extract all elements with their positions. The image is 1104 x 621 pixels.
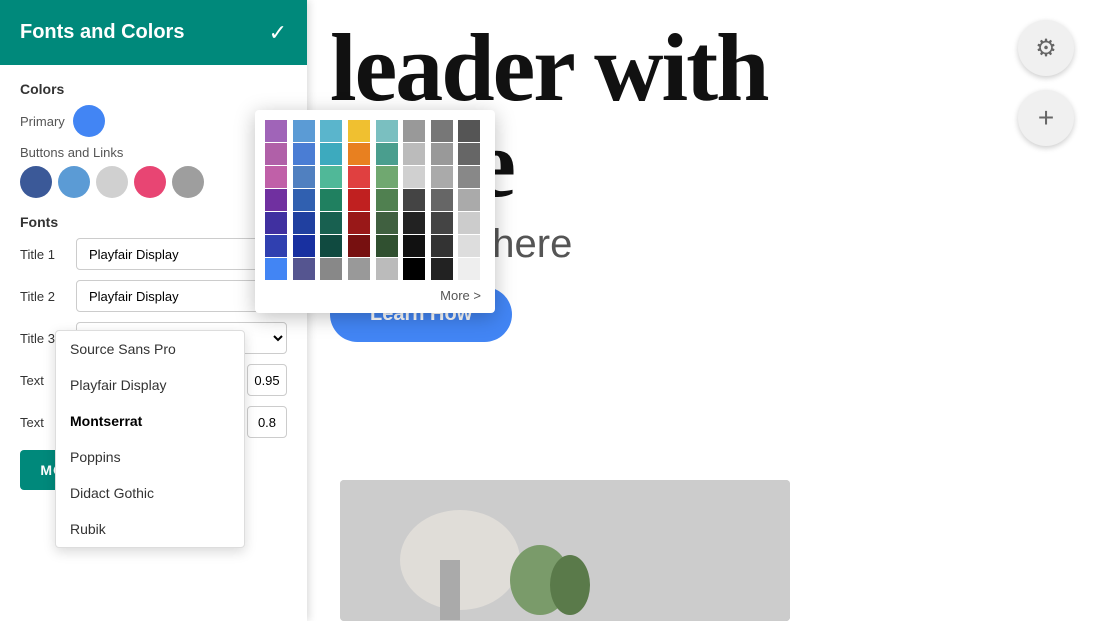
primary-row: Primary bbox=[20, 105, 287, 137]
plus-icon: + bbox=[1038, 102, 1054, 134]
color-cell-25[interactable] bbox=[293, 189, 315, 211]
color-cell-13[interactable] bbox=[403, 143, 425, 165]
gear-icon: ⚙ bbox=[1035, 34, 1057, 63]
color-cell-0[interactable] bbox=[265, 120, 287, 142]
color-cell-28[interactable] bbox=[376, 189, 398, 211]
swatch-gray[interactable] bbox=[172, 166, 204, 198]
color-cell-10[interactable] bbox=[320, 143, 342, 165]
color-cell-11[interactable] bbox=[348, 143, 370, 165]
color-cell-23[interactable] bbox=[458, 166, 480, 188]
check-button[interactable]: ✓ bbox=[269, 20, 287, 46]
color-cell-20[interactable] bbox=[376, 166, 398, 188]
color-cell-38[interactable] bbox=[431, 212, 453, 234]
color-cell-19[interactable] bbox=[348, 166, 370, 188]
font-dropdown-item-5[interactable]: Rubik bbox=[56, 511, 244, 547]
color-cell-34[interactable] bbox=[320, 212, 342, 234]
color-cell-24[interactable] bbox=[265, 189, 287, 211]
color-cell-4[interactable] bbox=[376, 120, 398, 142]
title1-label: Title 1 bbox=[20, 247, 68, 262]
primary-color-swatch[interactable] bbox=[73, 105, 105, 137]
color-picker-popup: More > bbox=[255, 110, 495, 313]
swatches-row bbox=[20, 166, 287, 198]
hero-image bbox=[340, 480, 790, 621]
buttons-links-label: Buttons and Links bbox=[20, 145, 287, 160]
font-dropdown-item-0[interactable]: Source Sans Pro bbox=[56, 331, 244, 367]
color-cell-14[interactable] bbox=[431, 143, 453, 165]
color-cell-41[interactable] bbox=[293, 235, 315, 257]
swatch-dark-blue[interactable] bbox=[20, 166, 52, 198]
color-cell-21[interactable] bbox=[403, 166, 425, 188]
gear-button[interactable]: ⚙ bbox=[1018, 20, 1074, 76]
color-cell-35[interactable] bbox=[348, 212, 370, 234]
font-dropdown-item-4[interactable]: Didact Gothic bbox=[56, 475, 244, 511]
font-dropdown-item-3[interactable]: Poppins bbox=[56, 439, 244, 475]
color-cell-42[interactable] bbox=[320, 235, 342, 257]
color-cell-6[interactable] bbox=[431, 120, 453, 142]
color-cell-47[interactable] bbox=[458, 235, 480, 257]
swatch-medium-blue[interactable] bbox=[58, 166, 90, 198]
color-cell-44[interactable] bbox=[376, 235, 398, 257]
primary-label: Primary bbox=[20, 114, 65, 129]
color-cell-8[interactable] bbox=[265, 143, 287, 165]
color-cell-33[interactable] bbox=[293, 212, 315, 234]
color-cell-3[interactable] bbox=[348, 120, 370, 142]
more-colors-link[interactable]: More > bbox=[265, 288, 485, 303]
sidebar-header: Fonts and Colors ✓ bbox=[0, 0, 307, 65]
color-cell-7[interactable] bbox=[458, 120, 480, 142]
hero-title-line1: leader with bbox=[330, 20, 1074, 116]
color-cell-27[interactable] bbox=[348, 189, 370, 211]
color-cell-52[interactable] bbox=[376, 258, 398, 280]
color-cell-31[interactable] bbox=[458, 189, 480, 211]
color-cell-30[interactable] bbox=[431, 189, 453, 211]
color-cell-48[interactable] bbox=[265, 258, 287, 280]
color-cell-12[interactable] bbox=[376, 143, 398, 165]
text2-size-input[interactable] bbox=[247, 406, 287, 438]
color-cell-53[interactable] bbox=[403, 258, 425, 280]
color-cell-5[interactable] bbox=[403, 120, 425, 142]
title2-label: Title 2 bbox=[20, 289, 68, 304]
color-cell-45[interactable] bbox=[403, 235, 425, 257]
fonts-section-label: Fonts bbox=[20, 214, 287, 230]
color-cell-18[interactable] bbox=[320, 166, 342, 188]
color-cell-26[interactable] bbox=[320, 189, 342, 211]
font-row-title2: Title 2 Playfair Display bbox=[20, 280, 287, 312]
color-grid bbox=[265, 120, 485, 280]
font-dropdown: Source Sans ProPlayfair DisplayMontserra… bbox=[55, 330, 245, 548]
color-cell-54[interactable] bbox=[431, 258, 453, 280]
color-cell-22[interactable] bbox=[431, 166, 453, 188]
color-cell-2[interactable] bbox=[320, 120, 342, 142]
color-cell-16[interactable] bbox=[265, 166, 287, 188]
font-dropdown-item-2[interactable]: Montserrat bbox=[56, 403, 244, 439]
color-cell-32[interactable] bbox=[265, 212, 287, 234]
color-cell-43[interactable] bbox=[348, 235, 370, 257]
swatch-light-gray[interactable] bbox=[96, 166, 128, 198]
color-cell-50[interactable] bbox=[320, 258, 342, 280]
color-cell-49[interactable] bbox=[293, 258, 315, 280]
color-cell-17[interactable] bbox=[293, 166, 315, 188]
color-cell-9[interactable] bbox=[293, 143, 315, 165]
swatch-pink[interactable] bbox=[134, 166, 166, 198]
color-cell-51[interactable] bbox=[348, 258, 370, 280]
color-cell-36[interactable] bbox=[376, 212, 398, 234]
color-cell-55[interactable] bbox=[458, 258, 480, 280]
sidebar-title: Fonts and Colors bbox=[20, 21, 184, 44]
color-cell-37[interactable] bbox=[403, 212, 425, 234]
color-cell-40[interactable] bbox=[265, 235, 287, 257]
plus-button[interactable]: + bbox=[1018, 90, 1074, 146]
font-row-title1: Title 1 Playfair Display bbox=[20, 238, 287, 270]
color-cell-29[interactable] bbox=[403, 189, 425, 211]
text1-size-input[interactable] bbox=[247, 364, 287, 396]
color-cell-39[interactable] bbox=[458, 212, 480, 234]
font-dropdown-item-1[interactable]: Playfair Display bbox=[56, 367, 244, 403]
color-cell-46[interactable] bbox=[431, 235, 453, 257]
color-cell-15[interactable] bbox=[458, 143, 480, 165]
color-cell-1[interactable] bbox=[293, 120, 315, 142]
colors-section-label: Colors bbox=[20, 81, 287, 97]
